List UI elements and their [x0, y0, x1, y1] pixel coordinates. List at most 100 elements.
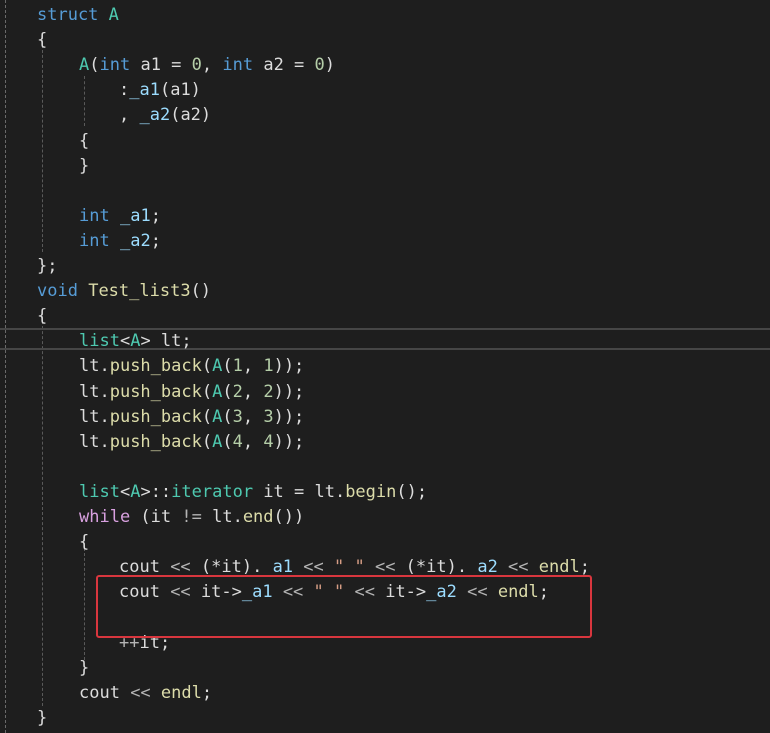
code-token: int — [79, 205, 110, 226]
code-token: lt. — [79, 431, 110, 452]
code-line[interactable]: lt.push_back(A(2, 2)); — [79, 380, 304, 405]
code-line[interactable]: , _a2(a2) — [119, 103, 211, 128]
code-token: ( — [222, 431, 233, 452]
code-token: a1 = — [130, 55, 192, 76]
code-token: , — [242, 381, 264, 402]
code-token: int — [222, 55, 254, 76]
code-token: A — [212, 356, 223, 377]
code-line[interactable]: :_a1(a1) — [119, 78, 201, 103]
code-line[interactable]: { — [79, 530, 89, 555]
code-line[interactable]: int _a2; — [79, 229, 161, 254]
indent-guide — [42, 40, 43, 252]
code-token: _a2 — [139, 105, 171, 126]
code-line[interactable]: } — [37, 706, 47, 731]
code-token: struct — [37, 5, 109, 25]
code-line[interactable]: void Test_list3() — [37, 279, 211, 304]
code-token: lt. — [79, 381, 110, 402]
left-margin-guide — [5, 0, 6, 733]
code-line[interactable]: A(int a1 = 0, int a2 = 0) — [79, 53, 335, 78]
code-token: ( — [222, 356, 233, 377]
code-token: } — [79, 155, 90, 176]
code-token: ; — [150, 205, 161, 226]
code-line[interactable]: { — [79, 129, 89, 154]
code-token: ; — [150, 230, 161, 251]
code-line[interactable]: cout << endl; — [79, 681, 212, 706]
indent-guide — [84, 548, 85, 660]
code-token: 1 — [263, 356, 274, 377]
code-token: Test_list3 — [88, 281, 191, 302]
code-token: )); — [273, 406, 305, 427]
code-line[interactable]: } — [79, 656, 89, 681]
code-token: , — [119, 105, 140, 126]
code-token: A — [108, 5, 119, 25]
code-token: A — [212, 431, 223, 452]
code-token: ( — [201, 381, 213, 402]
code-token: A — [130, 331, 141, 352]
code-token: iterator — [171, 481, 254, 502]
code-token: begin — [345, 481, 397, 502]
code-token: ; — [201, 682, 213, 703]
code-token: )); — [273, 381, 305, 402]
code-token: lt. — [201, 507, 243, 527]
code-line[interactable]: list<A>::iterator it = lt.begin(); — [79, 480, 427, 505]
code-line[interactable]: lt.push_back(A(4, 4)); — [79, 430, 304, 455]
code-token: while — [79, 507, 131, 527]
code-token: A — [212, 406, 223, 427]
code-token: } — [37, 707, 48, 728]
code-token: list — [79, 331, 120, 352]
code-token: { — [79, 130, 90, 151]
code-token: push_back — [109, 406, 202, 427]
code-token: )); — [273, 431, 305, 452]
code-token: (a1) — [159, 80, 201, 101]
code-token: ( — [89, 55, 100, 76]
code-token: 1 — [232, 356, 243, 377]
code-token: { — [37, 306, 48, 327]
code-token: A — [212, 381, 223, 402]
code-token: { — [79, 532, 90, 553]
code-token: ) — [324, 55, 336, 76]
code-token: int — [79, 230, 110, 251]
code-token: 2 — [232, 381, 243, 402]
code-line[interactable]: { — [37, 304, 47, 329]
indent-guide — [42, 316, 43, 706]
indent-guide — [84, 76, 85, 126]
code-line[interactable]: lt.push_back(A(1, 1)); — [79, 354, 304, 379]
code-token: { — [37, 30, 48, 51]
code-token: 3 — [232, 406, 243, 427]
code-token: it = lt. — [253, 481, 346, 502]
code-token: 4 — [232, 431, 243, 452]
code-token: }; — [37, 256, 58, 276]
code-line[interactable]: int _a1; — [79, 204, 161, 229]
code-token: , — [201, 55, 223, 76]
code-token: , — [242, 431, 264, 452]
code-token: ( — [201, 431, 213, 452]
code-token: << — [119, 682, 161, 703]
code-token: , — [242, 356, 264, 377]
code-line[interactable]: } — [79, 154, 89, 179]
code-token: end — [242, 507, 274, 527]
code-editor[interactable]: struct A{A(int a1 = 0, int a2 = 0):_a1(a… — [0, 0, 770, 733]
code-token: endl — [160, 682, 202, 703]
code-token: (); — [396, 481, 428, 502]
code-line[interactable]: { — [37, 28, 47, 53]
code-line[interactable]: lt.push_back(A(3, 3)); — [79, 405, 304, 430]
code-token: _a1 — [119, 205, 151, 226]
code-token: list — [79, 481, 120, 502]
code-line[interactable]: }; — [37, 254, 57, 279]
code-token: 4 — [263, 431, 274, 452]
code-token: int — [99, 55, 131, 76]
code-token: A — [79, 55, 90, 76]
code-token: > lt; — [140, 331, 192, 352]
code-line[interactable]: list<A> lt; — [79, 329, 192, 354]
code-token: _a1 — [129, 80, 160, 101]
code-token: cout — [79, 682, 120, 703]
code-token: != — [181, 507, 202, 527]
code-line[interactable]: struct A — [37, 3, 119, 28]
code-token: push_back — [109, 356, 202, 377]
code-line[interactable]: while (it != lt.end()) — [79, 505, 304, 530]
code-token: void — [37, 281, 78, 302]
code-token: ( — [222, 381, 233, 402]
